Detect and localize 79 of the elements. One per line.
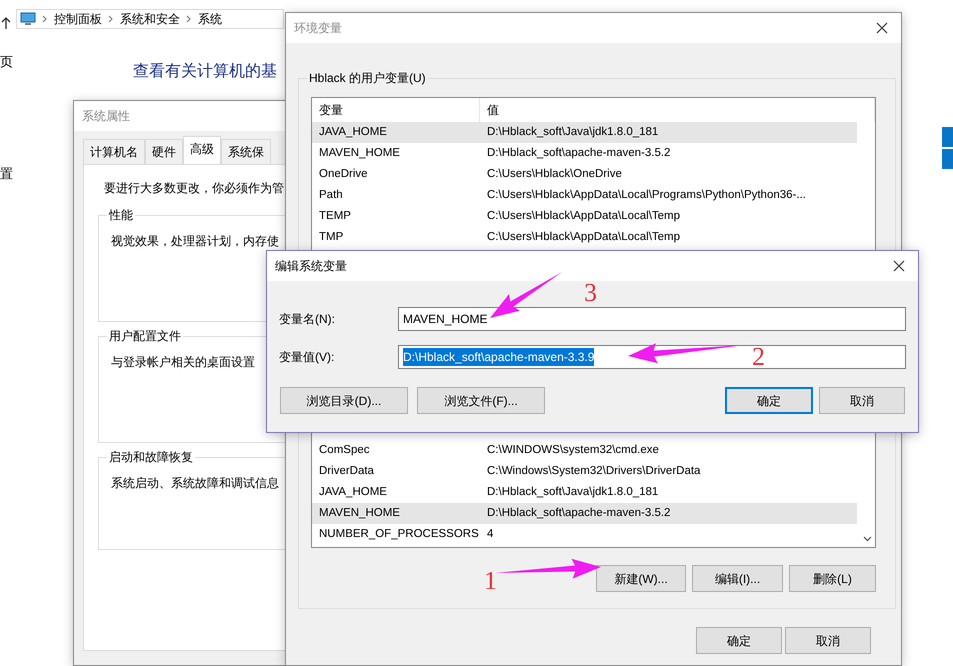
field-label: 变量名(N): xyxy=(279,311,336,328)
variable-name: JAVA_HOME xyxy=(319,484,388,500)
computer-icon xyxy=(20,12,36,26)
chevron-icon xyxy=(42,15,48,23)
dialog-button[interactable]: 浏览文件(F)... xyxy=(417,387,545,414)
list-row[interactable]: NUMBER_OF_PROCESSORS 4 xyxy=(312,524,857,545)
list-row[interactable]: JAVA_HOME D:\Hblack_soft\Java\jdk1.8.0_181 xyxy=(312,482,857,503)
variable-name: TEMP xyxy=(319,208,352,224)
input-field[interactable]: MAVEN_HOME xyxy=(398,307,906,331)
tab[interactable]: 系统保 xyxy=(221,139,271,164)
dialog-button[interactable]: 新建(W)... xyxy=(596,565,686,592)
variable-name: MAVEN_HOME xyxy=(319,146,401,161)
list-row[interactable]: TEMP C:\Users\Hblack\AppData\Local\Temp xyxy=(312,206,857,227)
list-row[interactable]: DriverData C:\Windows\System32\Drivers\DriverData xyxy=(312,461,857,482)
group-description: 视觉效果，处理器计划，内存使 xyxy=(111,233,279,250)
chevron-icon xyxy=(186,15,192,23)
list-row[interactable]: MAVEN_HOME D:\Hblack_soft\apache-maven-3.5.2 xyxy=(312,503,857,524)
list-row[interactable]: JAVA_HOME D:\Hblack_soft\Java\jdk1.8.0_181 xyxy=(312,122,857,143)
variable-value: C:\Users\Hblack\AppData\Local\Temp xyxy=(487,208,682,224)
dialog-button[interactable]: 浏览目录(D)... xyxy=(280,387,408,414)
annotation-arrow xyxy=(490,272,562,318)
variable-name: NUMBER_OF_PROCESSORS xyxy=(319,526,480,542)
variable-value: D:\Hblack_soft\apache-maven-3.5.2 xyxy=(487,506,672,521)
variable-name: MAVEN_HOME xyxy=(319,506,401,521)
dialog-button[interactable]: 取消 xyxy=(785,627,871,654)
field-label: 变量值(V): xyxy=(279,349,336,366)
variable-name: OneDrive xyxy=(319,166,369,182)
variable-value: D:\Hblack_soft\apache-maven-3.5.2 xyxy=(487,146,672,161)
variable-name: JAVA_HOME xyxy=(319,124,388,140)
breadcrumb-link[interactable]: 系统和安全 xyxy=(120,10,180,28)
tab[interactable]: 计算机名 xyxy=(83,139,145,164)
variable-value: D:\Hblack_soft\Java\jdk1.8.0_181 xyxy=(487,484,660,500)
tab[interactable]: 硬件 xyxy=(145,139,183,164)
tab[interactable]: 高级 xyxy=(183,136,221,164)
list-row[interactable]: MAVEN_HOME D:\Hblack_soft\apache-maven-3.5.2 xyxy=(312,143,857,164)
notice-text: 要进行大多数更改，你必须作为管 xyxy=(104,180,284,197)
sidebar-link[interactable]: 置 xyxy=(0,164,13,184)
variable-value: C:\Users\Hblack\AppData\Local\Temp xyxy=(487,230,682,245)
dialog-button[interactable]: 确定 xyxy=(725,387,813,414)
group-label: 启动和故障恢复 xyxy=(107,450,195,464)
list-row[interactable]: TMP C:\Users\Hblack\AppData\Local\Temp xyxy=(312,227,857,248)
group-label: 用户配置文件 xyxy=(107,329,183,343)
group-description: 与登录帐户相关的桌面设置 xyxy=(111,354,255,371)
annotation-number: 1 xyxy=(484,568,497,594)
variable-value: C:\Users\Hblack\OneDrive xyxy=(487,166,623,182)
window-title: 系统属性 xyxy=(82,108,130,125)
dialog-button[interactable]: 编辑(I)... xyxy=(692,565,783,592)
list-row[interactable]: Path C:\Users\Hblack\AppData\Local\Programs\Python\Python36-... xyxy=(312,185,857,206)
window-title: 环境变量 xyxy=(294,20,342,37)
variable-value: 4 xyxy=(487,526,494,542)
group-label: 性能 xyxy=(107,208,135,222)
annotation-number: 3 xyxy=(584,280,597,306)
dialog-button[interactable]: 删除(L) xyxy=(789,565,876,592)
group-label: Hblack 的用户变量(U) xyxy=(307,71,428,85)
variable-name: ComSpec xyxy=(319,442,370,458)
list-row[interactable]: ComSpec C:\WINDOWS\system32\cmd.exe xyxy=(312,440,857,461)
variable-name: Path xyxy=(319,188,344,203)
close-icon xyxy=(893,260,905,272)
chevron-icon xyxy=(108,15,114,23)
scroll-down-icon[interactable] xyxy=(863,536,872,542)
page-heading: 查看有关计算机的基 xyxy=(133,62,277,82)
dialog-button[interactable]: 确定 xyxy=(696,627,782,654)
breadcrumb-link[interactable]: 系统 xyxy=(198,10,222,28)
dialog-button[interactable]: 取消 xyxy=(819,387,905,414)
windows-logo-icon xyxy=(942,125,953,171)
group-description: 系统启动、系统故障和调试信息 xyxy=(111,475,279,492)
breadcrumb-link[interactable]: 控制面板 xyxy=(54,10,102,28)
list-row[interactable]: OneDrive C:\Users\Hblack\OneDrive xyxy=(312,164,857,185)
close-icon xyxy=(876,22,888,34)
window-title: 编辑系统变量 xyxy=(275,258,347,275)
address-bar[interactable]: 控制面板 系统和安全 系统 xyxy=(16,9,284,29)
variable-value: C:\WINDOWS\system32\cmd.exe xyxy=(487,442,660,458)
variable-name: DriverData xyxy=(319,464,375,479)
variable-name: TMP xyxy=(319,230,344,245)
variable-value: C:\Windows\System32\Drivers\DriverData xyxy=(487,464,702,479)
annotation-number: 2 xyxy=(752,344,765,370)
sidebar-link[interactable]: 页 xyxy=(0,52,13,72)
variable-value: D:\Hblack_soft\Java\jdk1.8.0_181 xyxy=(487,124,660,140)
variable-value: C:\Users\Hblack\AppData\Local\Programs\Python\Python36-... xyxy=(487,188,807,203)
